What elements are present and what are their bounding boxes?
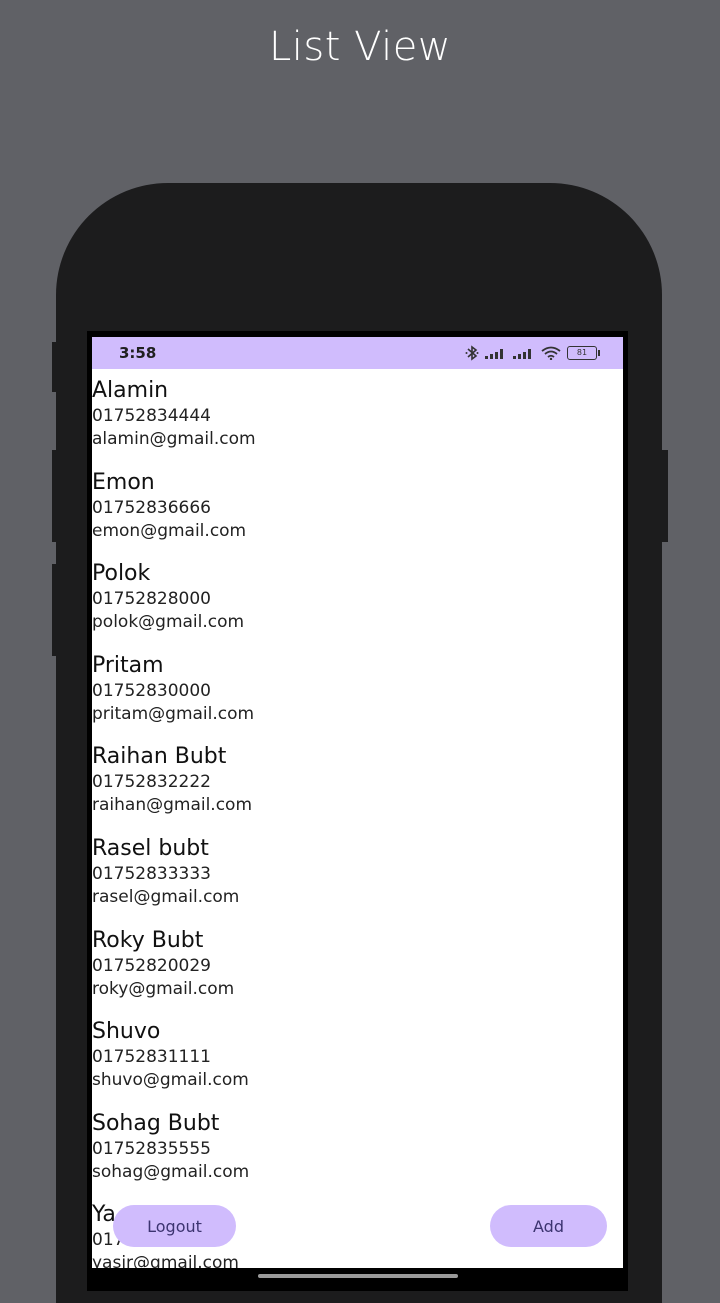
contact-email: roky@gmail.com xyxy=(92,978,235,999)
contact-email: rasel@gmail.com xyxy=(92,886,240,907)
list-item[interactable]: Sohag Bubt 01752835555 sohag@gmail.com xyxy=(92,1110,623,1202)
list-item[interactable]: Shuvo 01752831111 shuvo@gmail.com xyxy=(92,1018,623,1110)
list-item[interactable]: Polok 01752828000 polok@gmail.com xyxy=(92,560,623,652)
bluetooth-icon xyxy=(465,345,479,361)
contact-name: Sohag Bubt xyxy=(92,1110,220,1136)
contact-email: pritam@gmail.com xyxy=(92,703,255,724)
contact-email: sohag@gmail.com xyxy=(92,1161,250,1182)
list-item[interactable]: Rasel bubt 01752833333 rasel@gmail.com xyxy=(92,835,623,927)
contact-name: Rasel bubt xyxy=(92,835,209,861)
contact-name: Pritam xyxy=(92,652,164,678)
contact-phone: 01752828000 xyxy=(92,589,211,610)
side-button-right xyxy=(660,450,668,542)
add-button[interactable]: Add xyxy=(490,1205,607,1247)
contact-phone: 01752833333 xyxy=(92,863,211,884)
contact-name: Alamin xyxy=(92,378,169,403)
list-item[interactable]: Raihan Bubt 01752832222 raihan@gmail.com xyxy=(92,743,623,835)
signal-icon xyxy=(513,349,531,359)
side-button-left-1 xyxy=(52,342,60,392)
logout-button[interactable]: Logout xyxy=(113,1205,236,1247)
contact-email: yasir@gmail.com xyxy=(92,1253,239,1268)
contact-phone: 01752830000 xyxy=(92,680,211,701)
signal-icon xyxy=(485,349,503,359)
contact-email: polok@gmail.com xyxy=(92,612,245,633)
contact-email: raihan@gmail.com xyxy=(92,795,253,816)
wifi-icon xyxy=(541,346,561,360)
contact-name: Shuvo xyxy=(92,1019,161,1045)
list-item[interactable]: Pritam 01752830000 pritam@gmail.com xyxy=(92,652,623,744)
battery-icon: 81 xyxy=(567,346,600,360)
contact-phone: 01752836666 xyxy=(92,497,211,518)
contact-name: Raihan Bubt xyxy=(92,744,227,770)
contact-phone: 01752834444 xyxy=(92,406,211,426)
contact-name: Polok xyxy=(92,561,151,587)
app-screen: 3:58 81 Alamin 01752834444 alamin@gmail.… xyxy=(92,337,623,1268)
contact-email: alamin@gmail.com xyxy=(92,429,256,449)
page-title: List View xyxy=(268,24,452,70)
list-item[interactable]: Roky Bubt 01752820029 roky@gmail.com xyxy=(92,927,623,1019)
contact-phone: 01752820029 xyxy=(92,955,211,976)
home-indicator[interactable] xyxy=(258,1274,458,1278)
list-item[interactable]: Emon 01752836666 emon@gmail.com xyxy=(92,469,623,561)
contact-name: Roky Bubt xyxy=(92,927,204,953)
status-bar: 3:58 81 xyxy=(92,337,623,369)
status-time: 3:58 xyxy=(119,344,157,362)
contact-list: Alamin 01752834444 alamin@gmail.com Emon 017… xyxy=(92,377,623,1268)
status-icons: 81 xyxy=(465,345,600,361)
side-button-left-3 xyxy=(52,564,60,656)
contact-email: shuvo@gmail.com xyxy=(92,1070,249,1091)
contact-name: Emon xyxy=(92,469,155,495)
contact-phone: 01752832222 xyxy=(92,772,211,793)
contact-email: emon@gmail.com xyxy=(92,520,247,541)
list-item[interactable]: Alamin 01752834444 alamin@gmail.com xyxy=(92,377,623,469)
contact-phone: 01752831111 xyxy=(92,1047,211,1068)
contact-phone: 01752835555 xyxy=(92,1138,211,1159)
side-button-left-2 xyxy=(52,450,60,542)
